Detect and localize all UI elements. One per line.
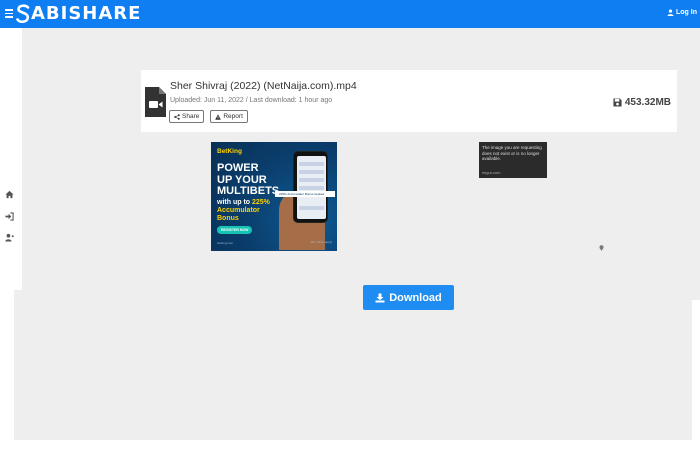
decorative-shape <box>692 300 700 450</box>
ad-sub-text: Bonus <box>217 215 239 222</box>
user-icon <box>667 9 674 16</box>
video-file-icon <box>145 87 166 117</box>
logo-s-mark-icon <box>16 4 30 24</box>
download-label: Download <box>389 291 442 304</box>
page-background <box>0 290 700 450</box>
ad-age-badge: 18+ T&Cs apply <box>310 240 332 244</box>
share-label: Share <box>182 113 200 120</box>
sidebar <box>0 28 22 290</box>
ad-subheadline: with up to 225% Accumulator Bonus <box>217 199 270 223</box>
site-logo[interactable]: ABISHARE <box>15 4 141 24</box>
image-unavailable-placeholder: The image you are requesting does not ex… <box>479 142 547 178</box>
ad-register-button[interactable]: REGISTER NOW <box>217 226 253 234</box>
decorative-shape <box>0 300 6 450</box>
ad-legal-text: betking.com <box>217 241 234 245</box>
map-marker-icon <box>599 245 604 251</box>
ad-headline-line: MULTIBETS <box>217 185 280 197</box>
file-upload-meta: Uploaded: Jun 11, 2022 / Last download: … <box>170 97 333 104</box>
report-button[interactable]: Report <box>210 110 248 123</box>
sidebar-item-sign-in[interactable] <box>5 208 15 221</box>
ad-phone-row <box>299 162 324 166</box>
file-info-card: Sher Shivraj (2022) (NetNaija.com).mp4 U… <box>141 70 677 132</box>
top-navbar: ABISHARE Log In <box>0 0 700 28</box>
ad-sub-text: Accumulator <box>217 207 260 214</box>
report-label: Report <box>223 113 243 120</box>
advertisement-banner[interactable]: BetKing POWER UP YOUR MULTIBETS with up … <box>211 142 337 251</box>
hamburger-menu-icon[interactable] <box>5 9 13 18</box>
login-link[interactable]: Log In <box>667 9 697 16</box>
ad-headline-line: POWER <box>217 162 259 174</box>
file-name: Sher Shivraj (2022) (NetNaija.com).mp4 <box>170 80 357 92</box>
file-size: 453.32MB <box>613 97 671 108</box>
download-icon <box>375 293 385 302</box>
warning-icon <box>215 113 222 120</box>
decorative-shape <box>0 440 700 450</box>
ad-phone-row <box>299 206 324 210</box>
ad-phone-screen <box>297 156 326 219</box>
sidebar-item-register[interactable] <box>5 229 15 242</box>
image-host-brand: imgur.com <box>482 170 501 175</box>
ad-phone-row <box>299 186 324 190</box>
sign-in-icon <box>5 212 14 221</box>
ad-sub-text: with up to <box>217 199 252 206</box>
home-icon <box>5 190 14 199</box>
ad-headline: POWER UP YOUR MULTIBETS <box>217 162 280 198</box>
download-button[interactable]: Download <box>363 285 454 310</box>
share-button[interactable]: Share <box>169 110 205 123</box>
ad-sub-percent: 225% <box>252 199 270 206</box>
ad-phone-row <box>299 178 324 182</box>
ad-brand-logo: BetKing <box>217 148 242 155</box>
ad-phone-image <box>293 151 328 223</box>
share-icon <box>174 113 180 120</box>
logo-text: ABISHARE <box>31 3 142 24</box>
user-plus-icon <box>5 233 14 242</box>
save-disk-icon <box>613 98 622 107</box>
image-unavailable-message: The image you are requesting does not ex… <box>482 145 542 161</box>
sidebar-item-home[interactable] <box>5 186 15 199</box>
ad-phone-row <box>299 170 324 174</box>
file-size-value: 453.32MB <box>624 97 671 108</box>
file-actions: Share Report <box>169 110 248 123</box>
ad-bonus-strip: 225% Accumulator Bonus Applied <box>275 191 335 197</box>
login-label: Log In <box>676 9 697 16</box>
